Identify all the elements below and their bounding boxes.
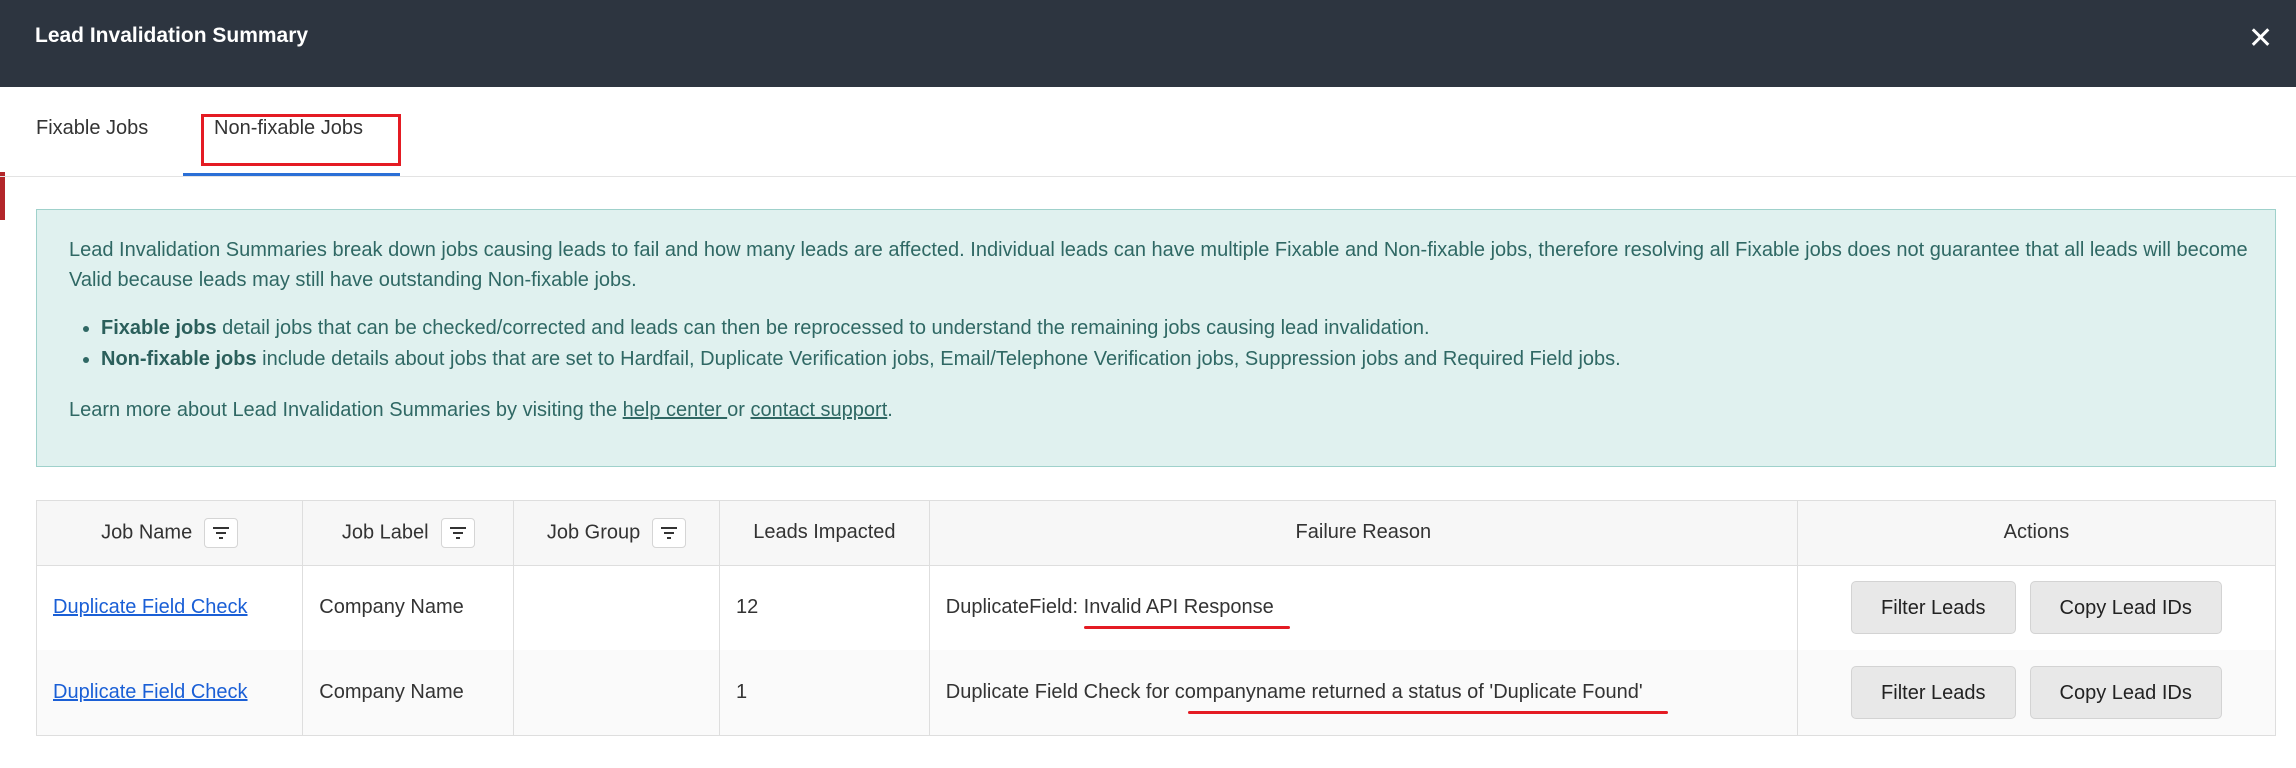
failure-reason-cell: DuplicateField: Invalid API Response xyxy=(929,565,1798,650)
info-callout: Lead Invalidation Summaries break down j… xyxy=(36,209,2276,467)
column-failure-reason: Failure Reason xyxy=(929,501,1798,566)
job-name-link[interactable]: Duplicate Field Check xyxy=(53,681,248,703)
column-job-label: Job Label xyxy=(302,501,515,566)
modal-header: Lead Invalidation Summary ✕ xyxy=(0,0,2296,87)
filter-leads-button[interactable]: Filter Leads xyxy=(1851,666,2016,719)
help-center-link[interactable]: help center xyxy=(623,399,728,421)
annotation-underline xyxy=(1187,711,1668,714)
leads-impacted-cell: 1 xyxy=(719,650,930,735)
modal-title: Lead Invalidation Summary xyxy=(35,24,309,47)
job-label-cell: Company Name xyxy=(302,650,515,735)
column-job-group: Job Group xyxy=(513,501,720,566)
info-bullet-list: Fixable jobs detail jobs that can be che… xyxy=(101,313,2251,375)
filter-leads-button[interactable]: Filter Leads xyxy=(1851,581,2016,635)
column-leads-impacted: Leads Impacted xyxy=(719,501,930,566)
tab-fixable-jobs[interactable]: Fixable Jobs xyxy=(36,117,148,140)
job-label-cell: Company Name xyxy=(302,565,515,650)
info-bullet-nonfixable: Non-fixable jobs include details about j… xyxy=(101,344,2251,374)
close-icon[interactable]: ✕ xyxy=(2248,24,2273,54)
actions-cell: Filter Leads Copy Lead IDs xyxy=(1797,650,2275,735)
failure-reason-cell: Duplicate Field Check for companyname re… xyxy=(929,650,1798,735)
filter-icon[interactable] xyxy=(204,517,239,548)
column-actions: Actions xyxy=(1797,501,2275,566)
bullet-text: detail jobs that can be checked/correcte… xyxy=(216,317,1430,339)
column-job-name: Job Name xyxy=(37,501,304,566)
annotation-underline xyxy=(1083,626,1290,630)
period: . xyxy=(887,399,893,421)
learn-prefix: Learn more about Lead Invalidation Summa… xyxy=(69,399,623,421)
annotation-highlight-box xyxy=(201,114,401,166)
table-header-row: Job Name Job Label Job Group Leads Impac… xyxy=(37,501,2275,566)
job-name-cell: Duplicate Field Check xyxy=(37,650,304,735)
job-group-cell xyxy=(513,565,720,650)
active-tab-indicator xyxy=(183,173,400,176)
side-marker xyxy=(0,172,5,220)
jobs-table: Job Name Job Label Job Group Leads Impac… xyxy=(36,500,2276,736)
job-name-cell: Duplicate Field Check xyxy=(37,565,304,650)
failure-reason-text: Duplicate Field Check for companyname re… xyxy=(946,681,1668,714)
info-intro: Lead Invalidation Summaries break down j… xyxy=(69,239,2248,291)
contact-support-link[interactable]: contact support xyxy=(751,399,888,421)
actions-cell: Filter Leads Copy Lead IDs xyxy=(1797,565,2275,650)
table-row: Duplicate Field Check Company Name 1 Dup… xyxy=(37,650,2275,735)
filter-icon[interactable] xyxy=(652,517,687,548)
info-bullet-fixable: Fixable jobs detail jobs that can be che… xyxy=(101,313,2251,343)
failure-reason-text: DuplicateField: Invalid API Response xyxy=(946,596,1290,630)
bullet-text: include details about jobs that are set … xyxy=(256,348,1621,370)
job-group-cell xyxy=(513,650,720,735)
bullet-term: Fixable jobs xyxy=(101,317,217,339)
or-text: or xyxy=(727,399,751,421)
filter-icon[interactable] xyxy=(440,517,475,548)
bullet-term: Non-fixable jobs xyxy=(101,348,257,370)
leads-impacted-cell: 12 xyxy=(719,565,930,650)
table-row: Duplicate Field Check Company Name 12 Du… xyxy=(37,565,2275,650)
copy-lead-ids-button[interactable]: Copy Lead IDs xyxy=(2029,666,2222,719)
job-name-link[interactable]: Duplicate Field Check xyxy=(53,596,248,618)
info-learn-more: Learn more about Lead Invalidation Summa… xyxy=(69,395,893,425)
copy-lead-ids-button[interactable]: Copy Lead IDs xyxy=(2029,581,2222,635)
